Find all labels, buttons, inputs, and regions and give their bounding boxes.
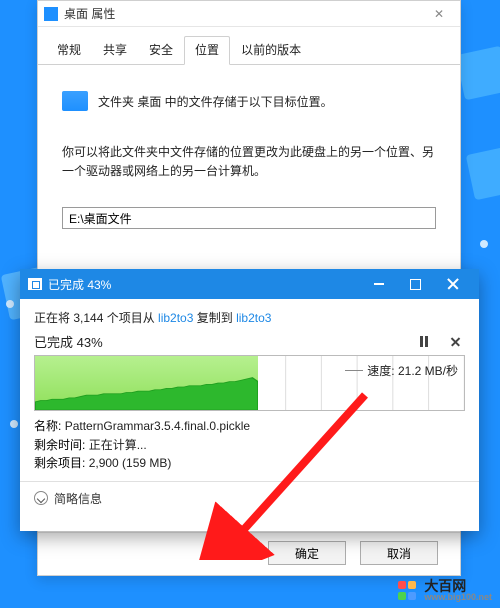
- folder-large-icon: [62, 91, 88, 111]
- copy-dest-link[interactable]: lib2to3: [236, 311, 271, 325]
- ok-button[interactable]: 确定: [268, 541, 346, 565]
- folder-icon: [44, 7, 58, 21]
- tab-3[interactable]: 位置: [184, 36, 230, 65]
- chevron-down-icon: [34, 491, 48, 505]
- speed-chart: 速度: 21.2 MB/秒: [34, 355, 465, 411]
- copy-window-title: 已完成 43%: [48, 276, 361, 293]
- cancel-copy-button[interactable]: [450, 336, 461, 347]
- titlebar[interactable]: 桌面 属性 ✕: [38, 1, 460, 27]
- copy-progress-window: 已完成 43% 正在将 3,144 个项目从 lib2to3 复制到 lib2t…: [20, 269, 479, 531]
- copy-summary: 正在将 3,144 个项目从 lib2to3 复制到 lib2to3: [34, 309, 465, 326]
- watermark-logo: [398, 581, 418, 601]
- watermark-brand: 大百网: [424, 579, 492, 593]
- copy-source-link[interactable]: lib2to3: [158, 311, 193, 325]
- minimize-button[interactable]: [361, 269, 397, 299]
- copy-titlebar[interactable]: 已完成 43%: [20, 269, 479, 299]
- tab-0[interactable]: 常规: [46, 36, 92, 65]
- path-input[interactable]: [62, 207, 436, 229]
- maximize-button[interactable]: [397, 269, 433, 299]
- close-button[interactable]: ✕: [424, 7, 454, 21]
- location-description: 你可以将此文件夹中文件存储的位置更改为此硬盘上的另一个位置、另一个驱动器或网络上…: [62, 143, 436, 181]
- location-summary: 文件夹 桌面 中的文件存储于以下目标位置。: [98, 93, 333, 110]
- chart-fill: [35, 356, 258, 410]
- copy-meta: 名称: PatternGrammar3.5.4.final.0.pickle 剩…: [34, 417, 465, 473]
- tab-1[interactable]: 共享: [92, 36, 138, 65]
- window-title: 桌面 属性: [64, 5, 424, 22]
- cancel-button[interactable]: 取消: [360, 541, 438, 565]
- close-button[interactable]: [433, 269, 473, 299]
- watermark-url: www.big100.net: [424, 593, 492, 602]
- pause-button[interactable]: [420, 336, 428, 347]
- speed-readout: 速度: 21.2 MB/秒: [345, 362, 458, 379]
- progress-label: 已完成 43%: [34, 332, 103, 351]
- watermark: 大百网 www.big100.net: [398, 579, 492, 602]
- copy-window-icon: [28, 278, 42, 290]
- tab-4[interactable]: 以前的版本: [230, 36, 312, 65]
- tab-2[interactable]: 安全: [138, 36, 184, 65]
- more-info-toggle[interactable]: 简略信息: [34, 490, 465, 507]
- tab-strip: 常规共享安全位置以前的版本: [38, 27, 460, 65]
